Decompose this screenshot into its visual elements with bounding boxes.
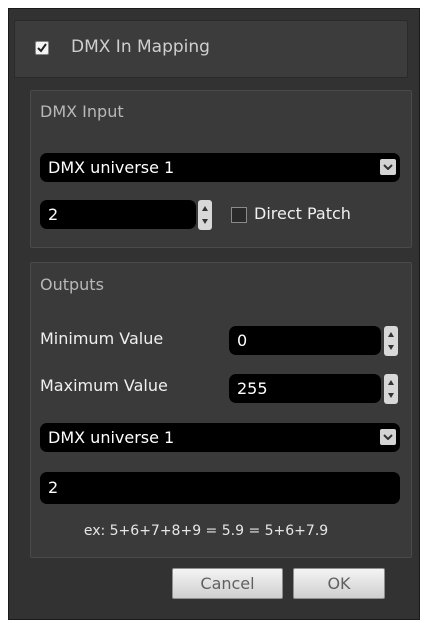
outputs-group-title: Outputs xyxy=(40,275,104,294)
output-channels-field[interactable]: 2 xyxy=(40,472,400,504)
output-universe-dropdown[interactable]: DMX universe 1 xyxy=(40,423,400,452)
ok-button[interactable]: OK xyxy=(293,568,385,599)
minimum-value-spinner[interactable] xyxy=(384,326,398,356)
input-channel-spinner[interactable] xyxy=(198,200,212,230)
maximum-value-field[interactable]: 255 xyxy=(229,374,381,403)
input-universe-dropdown[interactable]: DMX universe 1 xyxy=(40,153,400,182)
input-channel-value: 2 xyxy=(48,205,59,224)
dialog-title: DMX In Mapping xyxy=(71,37,210,57)
cancel-button[interactable]: Cancel xyxy=(172,568,283,599)
spinner-arrows-icon xyxy=(388,380,394,398)
maximum-value-spinner[interactable] xyxy=(384,374,398,404)
chevron-down-icon xyxy=(380,159,396,175)
chevron-down-icon xyxy=(380,429,396,445)
spinner-arrows-icon xyxy=(202,206,208,224)
minimum-value-field[interactable]: 0 xyxy=(229,326,381,355)
output-channels-value: 2 xyxy=(48,478,59,497)
direct-patch-label: Direct Patch xyxy=(254,204,351,223)
maximum-value: 255 xyxy=(237,379,268,398)
enable-mapping-checkbox[interactable] xyxy=(35,41,49,55)
channels-hint: ex: 5+6+7+8+9 = 5.9 = 5+6+7.9 xyxy=(83,523,329,539)
input-universe-value: DMX universe 1 xyxy=(48,158,175,177)
minimum-value-label: Minimum Value xyxy=(40,329,164,348)
direct-patch-checkbox[interactable] xyxy=(231,207,247,223)
minimum-value: 0 xyxy=(237,331,248,350)
input-channel-field[interactable]: 2 xyxy=(40,200,196,229)
spinner-arrows-icon xyxy=(388,332,394,350)
output-universe-value: DMX universe 1 xyxy=(48,428,175,447)
dmx-input-group-title: DMX Input xyxy=(40,102,124,121)
checkmark-icon xyxy=(37,43,47,53)
outputs-group xyxy=(30,262,412,558)
maximum-value-label: Maximum Value xyxy=(40,376,168,395)
